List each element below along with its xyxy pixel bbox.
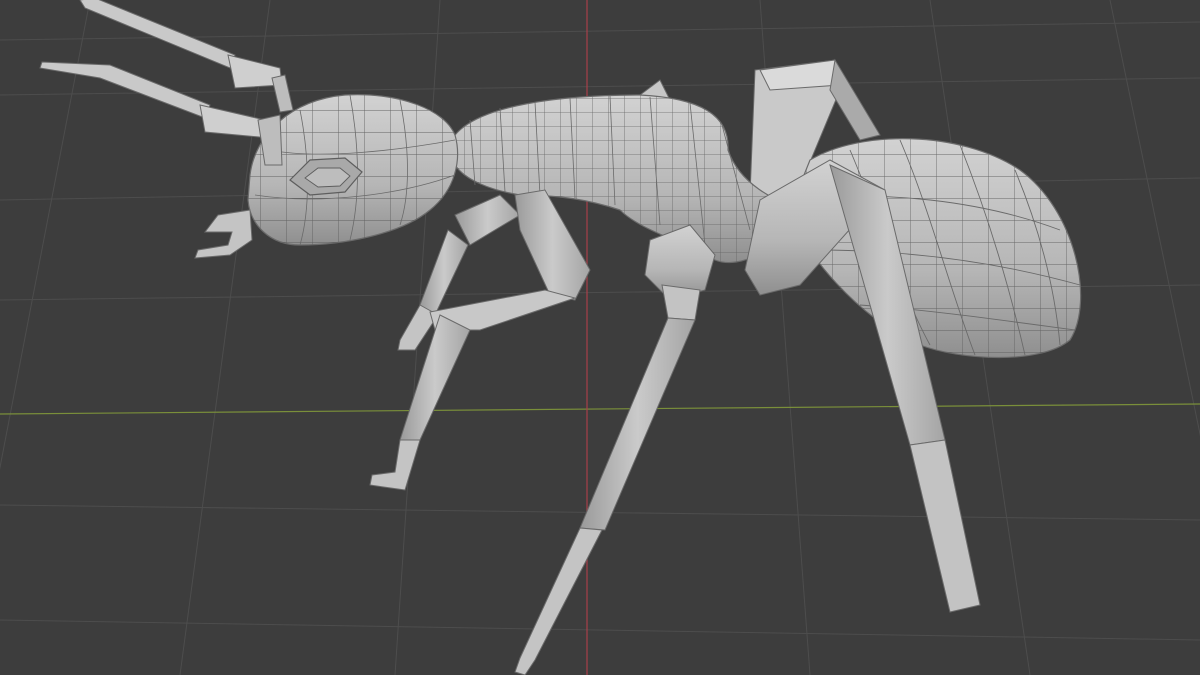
thorax <box>454 94 801 264</box>
viewport-canvas[interactable] <box>0 0 1200 675</box>
ant-mesh[interactable] <box>39 0 1082 675</box>
3d-viewport[interactable] <box>0 0 1200 675</box>
mandibles <box>194 209 253 259</box>
x-axis-line <box>0 403 1200 415</box>
